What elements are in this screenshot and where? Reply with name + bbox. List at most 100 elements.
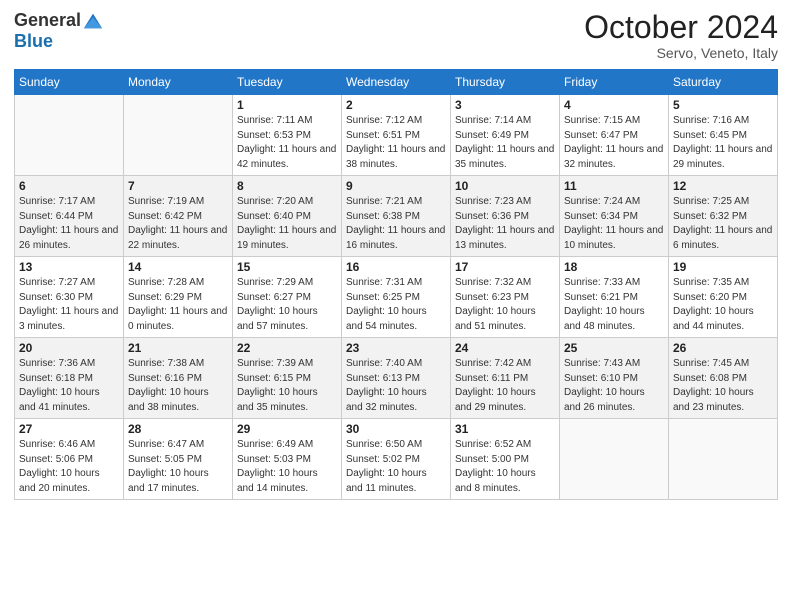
month-title: October 2024 [584,10,778,45]
table-row: 23 Sunrise: 7:40 AM Sunset: 6:13 PM Dayli… [342,338,451,419]
day-info: Sunrise: 7:42 AM Sunset: 6:11 PM Dayligh… [455,357,555,415]
table-row: 27 Sunrise: 6:46 AM Sunset: 5:06 PM Dayli… [15,419,124,500]
day-number: 24 [455,341,555,355]
table-row: 30 Sunrise: 6:50 AM Sunset: 5:02 PM Dayli… [342,419,451,500]
table-row: 20 Sunrise: 7:36 AM Sunset: 6:18 PM Dayli… [15,338,124,419]
day-info: Sunrise: 7:38 AM Sunset: 6:16 PM Dayligh… [128,357,228,415]
day-number: 28 [128,422,228,436]
logo: General Blue [14,10,104,52]
day-info: Sunrise: 7:12 AM Sunset: 6:51 PM Dayligh… [346,114,446,172]
day-info: Sunrise: 6:47 AM Sunset: 5:05 PM Dayligh… [128,438,228,496]
table-row: 2 Sunrise: 7:12 AM Sunset: 6:51 PM Daylig… [342,95,451,176]
col-wednesday: Wednesday [342,70,451,95]
day-info: Sunrise: 7:43 AM Sunset: 6:10 PM Dayligh… [564,357,664,415]
day-number: 3 [455,98,555,112]
day-info: Sunrise: 7:24 AM Sunset: 6:34 PM Dayligh… [564,195,664,253]
day-number: 21 [128,341,228,355]
day-info: Sunrise: 7:29 AM Sunset: 6:27 PM Dayligh… [237,276,337,334]
col-monday: Monday [124,70,233,95]
table-row: 22Sunrise: 7:39 AM Sunset: 6:15 PM Dayli… [233,338,342,419]
day-info: Sunrise: 7:32 AM Sunset: 6:23 PM Dayligh… [455,276,555,334]
day-info: Sunrise: 6:50 AM Sunset: 5:02 PM Dayligh… [346,438,446,496]
day-number: 31 [455,422,555,436]
table-row [15,95,124,176]
table-row: 9Sunrise: 7:21 AM Sunset: 6:38 PM Daylig… [342,176,451,257]
logo-icon [82,10,104,32]
day-info: Sunrise: 7:40 AM Sunset: 6:13 PM Dayligh… [346,357,446,415]
day-number: 6 [19,179,119,193]
day-info: Sunrise: 6:46 AM Sunset: 5:06 PM Dayligh… [19,438,119,496]
day-info: Sunrise: 7:17 AM Sunset: 6:44 PM Dayligh… [19,195,119,253]
day-info: Sunrise: 7:33 AM Sunset: 6:21 PM Dayligh… [564,276,664,334]
table-row: 26 Sunrise: 7:45 AM Sunset: 6:08 PM Dayli… [669,338,778,419]
col-saturday: Saturday [669,70,778,95]
day-number: 18 [564,260,664,274]
calendar: Sunday Monday Tuesday Wednesday Thursday… [14,69,778,500]
table-row: 3 Sunrise: 7:14 AM Sunset: 6:49 PM Daylig… [451,95,560,176]
location-subtitle: Servo, Veneto, Italy [584,45,778,61]
calendar-week-row: 1Sunrise: 7:11 AM Sunset: 6:53 PM Daylig… [15,95,778,176]
day-number: 26 [673,341,773,355]
day-info: Sunrise: 6:52 AM Sunset: 5:00 PM Dayligh… [455,438,555,496]
day-info: Sunrise: 7:21 AM Sunset: 6:38 PM Dayligh… [346,195,446,253]
day-number: 12 [673,179,773,193]
day-number: 16 [346,260,446,274]
table-row [560,419,669,500]
day-number: 20 [19,341,119,355]
table-row: 11 Sunrise: 7:24 AM Sunset: 6:34 PM Dayli… [560,176,669,257]
day-number: 8 [237,179,337,193]
day-number: 19 [673,260,773,274]
day-number: 2 [346,98,446,112]
table-row: 7Sunrise: 7:19 AM Sunset: 6:42 PM Daylig… [124,176,233,257]
day-number: 15 [237,260,337,274]
table-row: 8 Sunrise: 7:20 AM Sunset: 6:40 PM Daylig… [233,176,342,257]
table-row: 10 Sunrise: 7:23 AM Sunset: 6:36 PM Dayli… [451,176,560,257]
calendar-week-row: 6 Sunrise: 7:17 AM Sunset: 6:44 PM Daylig… [15,176,778,257]
day-number: 7 [128,179,228,193]
day-number: 14 [128,260,228,274]
day-info: Sunrise: 7:15 AM Sunset: 6:47 PM Dayligh… [564,114,664,172]
day-info: Sunrise: 7:45 AM Sunset: 6:08 PM Dayligh… [673,357,773,415]
day-number: 13 [19,260,119,274]
day-info: Sunrise: 7:14 AM Sunset: 6:49 PM Dayligh… [455,114,555,172]
table-row: 25 Sunrise: 7:43 AM Sunset: 6:10 PM Dayli… [560,338,669,419]
day-info: Sunrise: 7:11 AM Sunset: 6:53 PM Dayligh… [237,114,337,172]
col-tuesday: Tuesday [233,70,342,95]
day-number: 11 [564,179,664,193]
table-row: 21 Sunrise: 7:38 AM Sunset: 6:16 PM Dayli… [124,338,233,419]
table-row: 16 Sunrise: 7:31 AM Sunset: 6:25 PM Dayli… [342,257,451,338]
table-row: 12 Sunrise: 7:25 AM Sunset: 6:32 PM Dayli… [669,176,778,257]
table-row [124,95,233,176]
day-number: 30 [346,422,446,436]
table-row: 1Sunrise: 7:11 AM Sunset: 6:53 PM Daylig… [233,95,342,176]
table-row [669,419,778,500]
table-row: 6 Sunrise: 7:17 AM Sunset: 6:44 PM Daylig… [15,176,124,257]
day-info: Sunrise: 7:31 AM Sunset: 6:25 PM Dayligh… [346,276,446,334]
day-number: 29 [237,422,337,436]
day-number: 5 [673,98,773,112]
day-info: Sunrise: 7:16 AM Sunset: 6:45 PM Dayligh… [673,114,773,172]
calendar-header-row: Sunday Monday Tuesday Wednesday Thursday… [15,70,778,95]
table-row: 28 Sunrise: 6:47 AM Sunset: 5:05 PM Dayli… [124,419,233,500]
logo-blue-text: Blue [14,31,53,51]
title-block: October 2024 Servo, Veneto, Italy [584,10,778,61]
day-info: Sunrise: 7:23 AM Sunset: 6:36 PM Dayligh… [455,195,555,253]
day-number: 17 [455,260,555,274]
day-info: Sunrise: 6:49 AM Sunset: 5:03 PM Dayligh… [237,438,337,496]
table-row: 24 Sunrise: 7:42 AM Sunset: 6:11 PM Dayli… [451,338,560,419]
day-number: 23 [346,341,446,355]
day-info: Sunrise: 7:36 AM Sunset: 6:18 PM Dayligh… [19,357,119,415]
day-number: 27 [19,422,119,436]
day-info: Sunrise: 7:27 AM Sunset: 6:30 PM Dayligh… [19,276,119,334]
day-number: 4 [564,98,664,112]
day-number: 10 [455,179,555,193]
page: General Blue October 2024 Servo, Veneto,… [0,0,792,612]
table-row: 15 Sunrise: 7:29 AM Sunset: 6:27 PM Dayli… [233,257,342,338]
col-thursday: Thursday [451,70,560,95]
day-info: Sunrise: 7:25 AM Sunset: 6:32 PM Dayligh… [673,195,773,253]
table-row: 19Sunrise: 7:35 AM Sunset: 6:20 PM Dayli… [669,257,778,338]
table-row: 18 Sunrise: 7:33 AM Sunset: 6:21 PM Dayli… [560,257,669,338]
day-info: Sunrise: 7:20 AM Sunset: 6:40 PM Dayligh… [237,195,337,253]
col-sunday: Sunday [15,70,124,95]
day-number: 25 [564,341,664,355]
